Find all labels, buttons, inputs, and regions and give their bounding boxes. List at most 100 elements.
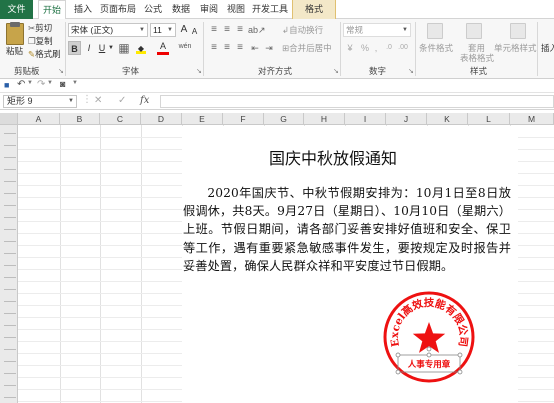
column-header-l[interactable]: L	[468, 113, 510, 125]
currency-icon[interactable]: ¥	[343, 41, 357, 55]
conditional-format-icon[interactable]	[427, 23, 443, 39]
tab-formulas[interactable]: 公式	[140, 0, 166, 19]
column-header-f[interactable]: F	[223, 113, 264, 125]
tab-file[interactable]: 文件	[0, 0, 33, 19]
number-launcher-icon[interactable]: ↘	[408, 67, 414, 75]
row-marker	[4, 301, 16, 302]
decrease-decimal-icon[interactable]: .00	[397, 41, 409, 55]
camera-icon[interactable]: ◙	[60, 79, 65, 89]
comma-button[interactable]: ,	[372, 41, 380, 55]
save-icon[interactable]: ■	[4, 80, 9, 90]
resize-handle[interactable]	[457, 369, 463, 375]
clipboard-group-label: 剪贴板	[14, 66, 40, 76]
resize-handle[interactable]	[426, 352, 432, 358]
copy-button[interactable]: ❐复制	[28, 35, 53, 47]
column-header-i[interactable]: I	[345, 113, 386, 125]
column-header-d[interactable]: D	[141, 113, 182, 125]
separator	[415, 22, 416, 76]
select-all-corner[interactable]	[0, 113, 18, 125]
clipboard-launcher-icon[interactable]: ↘	[58, 67, 64, 75]
undo-icon[interactable]: ↶	[17, 79, 25, 90]
paste-button-label[interactable]: 粘贴	[6, 45, 23, 57]
table-format-icon[interactable]	[466, 23, 482, 39]
font-name-select[interactable]: 宋体 (正文) ▼	[68, 23, 148, 37]
separator	[203, 22, 204, 76]
border-icon[interactable]: ▦	[117, 41, 131, 55]
redo-icon[interactable]: ↷	[37, 79, 45, 90]
column-header-e[interactable]: E	[182, 113, 223, 125]
conditional-format-button[interactable]: 条件格式	[419, 42, 453, 54]
confirm-icon[interactable]: ✓	[118, 95, 126, 106]
column-header-k[interactable]: K	[427, 113, 468, 125]
align-middle-icon[interactable]: ≡	[221, 23, 233, 37]
underline-button[interactable]: U	[96, 41, 108, 55]
chevron-down-icon[interactable]: ▼	[108, 41, 114, 55]
tab-view[interactable]: 视图	[223, 0, 249, 19]
notice-title: 国庆中秋放假通知	[269, 149, 398, 168]
column-header-m[interactable]: M	[510, 113, 554, 125]
separator	[537, 22, 538, 76]
bold-button[interactable]: B	[68, 41, 81, 55]
table-format-button-line2[interactable]: 表格格式	[460, 52, 494, 64]
alignment-launcher-icon[interactable]: ↘	[333, 67, 339, 75]
column-header-j[interactable]: J	[386, 113, 427, 125]
resize-handle[interactable]	[395, 352, 401, 358]
column-header-c[interactable]: C	[100, 113, 141, 125]
percent-button[interactable]: %	[360, 41, 370, 55]
wrap-text-button[interactable]: ↲自动换行	[282, 24, 323, 36]
row-marker	[4, 349, 16, 350]
name-box[interactable]: 矩形 9 ▼	[3, 95, 77, 108]
increase-decimal-icon[interactable]: .0	[383, 41, 395, 55]
align-right-icon[interactable]: ≡	[234, 41, 246, 55]
resize-handle[interactable]	[457, 352, 463, 358]
increase-indent-icon[interactable]: ⇥	[263, 41, 275, 55]
shrink-font-button[interactable]: A	[190, 25, 199, 39]
align-bottom-icon[interactable]: ≡	[234, 23, 246, 37]
italic-button[interactable]: I	[83, 41, 95, 55]
grow-font-button[interactable]: A	[179, 23, 189, 37]
column-header-g[interactable]: G	[264, 113, 304, 125]
column-header-b[interactable]: B	[60, 113, 100, 125]
ribbon-tab-bar: 文件 开始 插入 页面布局 公式 数据 审阅 视图 开发工具 格式	[0, 0, 554, 20]
cell-styles-button[interactable]: 单元格样式	[494, 42, 537, 54]
rotate-handle-icon[interactable]	[426, 346, 432, 352]
align-top-icon[interactable]: ≡	[208, 23, 220, 37]
tab-home[interactable]: 开始	[38, 0, 66, 20]
font-size-select[interactable]: 11 ▼	[150, 23, 176, 37]
align-center-icon[interactable]: ≡	[221, 41, 233, 55]
format-painter-button[interactable]: ✎格式刷	[28, 48, 61, 60]
tab-data[interactable]: 数据	[168, 0, 194, 19]
font-color-button[interactable]: A	[157, 41, 169, 55]
cell-styles-icon[interactable]	[510, 23, 526, 39]
insert-function-button[interactable]: fx	[140, 95, 149, 106]
insert-cells-button[interactable]: 插入	[541, 42, 554, 54]
formula-input[interactable]	[160, 95, 554, 108]
align-left-icon[interactable]: ≡	[208, 41, 220, 55]
ribbon: 粘贴 ✂剪切 ❐复制 ✎格式刷 剪贴板 ↘ 宋体 (正文) ▼ 11 ▼ A A B…	[0, 19, 554, 79]
fill-color-button[interactable]: ◆	[135, 41, 147, 55]
tab-review[interactable]: 审阅	[196, 0, 222, 19]
tab-page-layout[interactable]: 页面布局	[98, 0, 138, 19]
orientation-icon[interactable]: ab↗	[248, 23, 266, 37]
row-marker	[4, 397, 16, 398]
tab-insert[interactable]: 插入	[70, 0, 96, 19]
column-header-h[interactable]: H	[304, 113, 345, 125]
tab-developer[interactable]: 开发工具	[251, 0, 289, 19]
cancel-icon[interactable]: ✕	[94, 95, 102, 106]
decrease-indent-icon[interactable]: ⇤	[249, 41, 261, 55]
column-header-a[interactable]: A	[18, 113, 60, 125]
chevron-down-icon: ▼	[402, 27, 408, 33]
phonetic-button[interactable]: wén	[177, 40, 193, 54]
tab-format[interactable]: 格式	[293, 0, 335, 19]
chevron-down-icon[interactable]: ▼	[27, 80, 33, 86]
company-seal[interactable]: Excel高效技能有限公司 人事专用章	[381, 289, 477, 385]
chevron-down-icon[interactable]: ▼	[47, 80, 53, 86]
row-marker	[4, 373, 16, 374]
row-marker	[4, 181, 16, 182]
number-format-select[interactable]: 常规 ▼	[343, 23, 411, 37]
font-launcher-icon[interactable]: ↘	[196, 67, 202, 75]
merge-center-button[interactable]: ⊞合并后居中	[282, 42, 332, 54]
customize-qat-icon[interactable]: ▼	[72, 80, 78, 86]
resize-handle[interactable]	[395, 369, 401, 375]
cut-button[interactable]: ✂剪切	[28, 22, 52, 34]
